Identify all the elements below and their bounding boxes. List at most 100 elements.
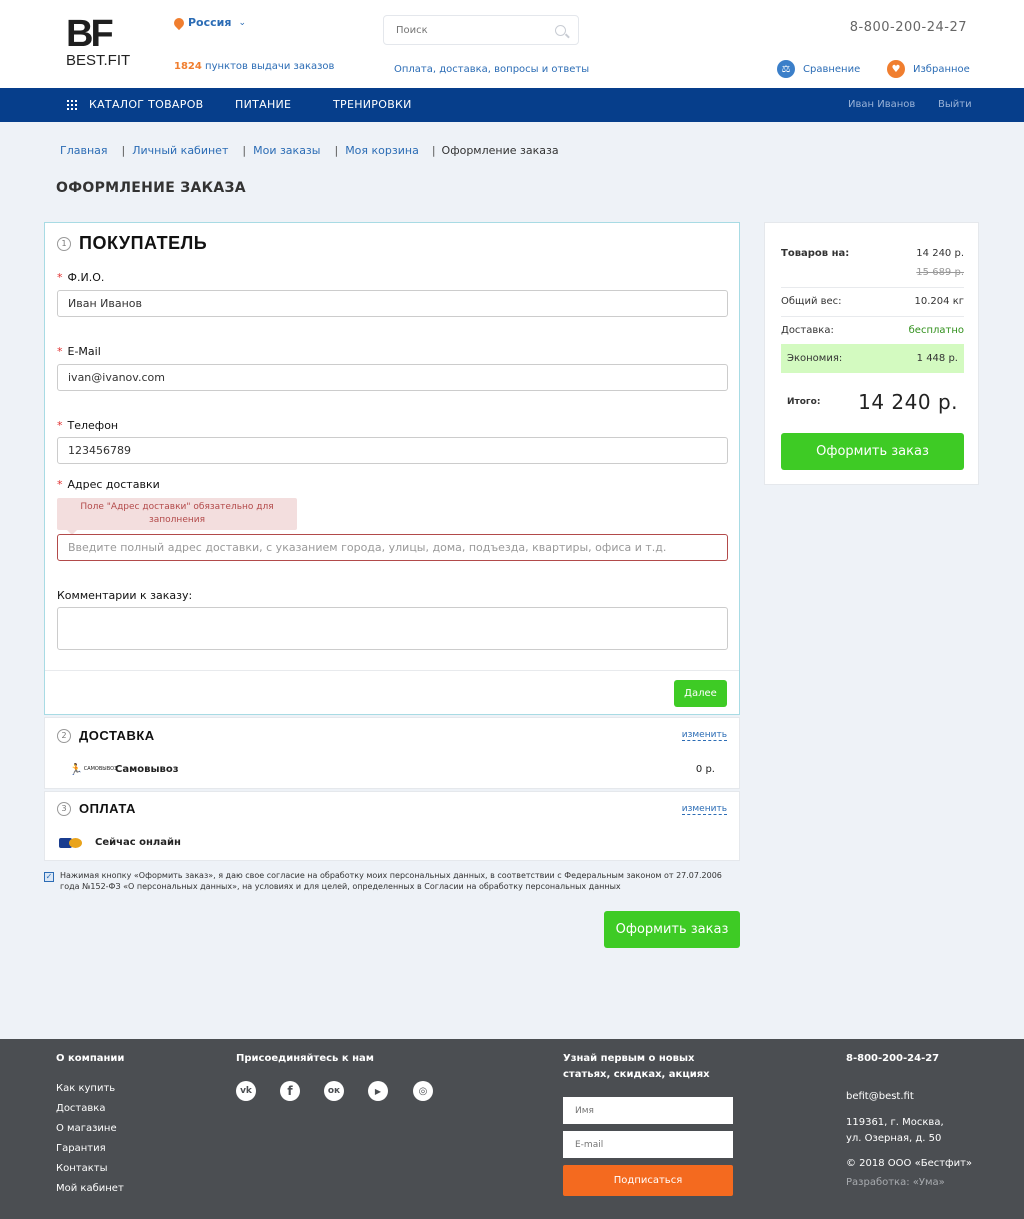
goods-label: Товаров на:: [781, 248, 850, 259]
footer-link-about-store[interactable]: О магазине: [56, 1123, 117, 1134]
site-footer: О компании Как купить Доставка О магазин…: [0, 1039, 1024, 1219]
fio-label: * Ф.И.О.: [57, 271, 105, 284]
footer-news-title-2: статьях, скидках, акциях: [563, 1069, 710, 1080]
logo[interactable]: BF BEST.FIT: [66, 15, 141, 68]
faq-link[interactable]: Оплата, доставка, вопросы и ответы: [394, 64, 589, 75]
region-selector[interactable]: Россия ⌄: [171, 15, 246, 30]
instagram-icon[interactable]: ◎: [413, 1081, 433, 1101]
chevron-down-icon: ⌄: [238, 17, 246, 28]
footer-link-delivery[interactable]: Доставка: [56, 1103, 105, 1114]
youtube-icon[interactable]: ▶: [368, 1081, 388, 1101]
address-error-tooltip: Поле "Адрес доставки" обязательно для за…: [57, 498, 297, 535]
summary-delivery-label: Доставка:: [781, 325, 834, 336]
payment-title: ОПЛАТА: [79, 801, 136, 816]
favorites-link[interactable]: ♥ Избранное: [887, 60, 970, 78]
location-pin-icon: [171, 15, 187, 30]
economy-row: Экономия: 1 448 р.: [781, 353, 964, 364]
search-icon[interactable]: [555, 24, 566, 36]
footer-link-contacts[interactable]: Контакты: [56, 1163, 107, 1174]
nav-user-name[interactable]: Иван Иванов: [848, 88, 915, 122]
goods-row: Товаров на: 14 240 р.: [781, 248, 964, 259]
compare-icon: ⚖: [777, 60, 795, 78]
email-input[interactable]: [57, 364, 728, 391]
subscribe-button[interactable]: Подписаться: [563, 1165, 733, 1196]
pickups-text: пунктов выдачи заказов: [205, 61, 335, 72]
payment-section: 3 ОПЛАТА изменить Сейчас онлайн: [44, 791, 740, 861]
address-input[interactable]: [57, 534, 728, 561]
breadcrumb-home[interactable]: Главная: [60, 144, 108, 157]
payment-change-link[interactable]: изменить: [681, 804, 727, 815]
delivery-price: 0 р.: [695, 763, 715, 775]
footer-join-title: Присоединяйтесь к нам: [236, 1053, 374, 1064]
buyer-title: ПОКУПАТЕЛЬ: [79, 233, 208, 253]
total-value: 14 240 р.: [858, 390, 958, 414]
fio-input[interactable]: [57, 290, 728, 317]
site-header: BF BEST.FIT Россия ⌄ 1824 пунктов выдачи…: [0, 0, 1024, 88]
nav-nutrition[interactable]: ПИТАНИЕ: [235, 88, 291, 122]
vk-icon[interactable]: vk: [236, 1081, 256, 1101]
order-summary: Товаров на: 14 240 р. 15 689 р. Общий ве…: [764, 222, 979, 485]
payment-option: Сейчас онлайн: [59, 837, 715, 848]
consent-block: ✓ Нажимая кнопку «Оформить заказ», я даю…: [44, 870, 724, 892]
nav-catalog[interactable]: КАТАЛОГ ТОВАРОВ: [67, 88, 204, 122]
breadcrumb-orders[interactable]: Мои заказы: [253, 144, 320, 157]
nav-logout[interactable]: Выйти: [938, 88, 972, 122]
subscribe-email-input[interactable]: [563, 1131, 733, 1158]
phone-label: * Телефон: [57, 419, 119, 432]
footer-about-title: О компании: [56, 1053, 125, 1064]
delivery-row: Доставка: бесплатно: [781, 325, 964, 336]
weight-row: Общий вес: 10.204 кг: [781, 296, 964, 307]
address-label: * Адрес доставки: [57, 478, 160, 491]
divider: [781, 316, 964, 317]
footer-phone[interactable]: 8-800-200-24-27: [846, 1051, 939, 1067]
delivery-option: 🏃 САМОВЫВОЗ Самовывоз 0 р.: [69, 762, 715, 776]
pickups-link[interactable]: 1824 пунктов выдачи заказов: [174, 61, 334, 72]
search-box: [383, 15, 579, 45]
footer-news-title-1: Узнай первым о новых: [563, 1053, 695, 1064]
goods-old-price: 15 689 р.: [916, 267, 964, 278]
pickup-icon: 🏃 САМОВЫВОЗ: [69, 762, 118, 776]
economy-value: 1 448 р.: [916, 353, 958, 364]
nav-catalog-label: КАТАЛОГ ТОВАРОВ: [89, 98, 204, 111]
favorites-label: Избранное: [913, 63, 970, 75]
comment-label: Комментарии к заказу:: [57, 589, 193, 602]
search-input[interactable]: [396, 24, 546, 36]
consent-checkbox[interactable]: ✓: [44, 872, 54, 882]
footer-developer[interactable]: Разработка: «Ума»: [846, 1177, 945, 1188]
place-order-button[interactable]: Оформить заказ: [604, 911, 740, 948]
divider: [45, 670, 739, 671]
weight-value: 10.204 кг: [914, 296, 964, 307]
nav-training[interactable]: ТРЕНИРОВКИ: [333, 88, 412, 122]
comment-textarea[interactable]: [57, 607, 728, 650]
footer-address-line-1: 119361, г. Москва,: [846, 1117, 944, 1128]
summary-delivery-value: бесплатно: [908, 325, 964, 336]
footer-copyright: © 2018 ООО «Бестфит»: [846, 1158, 973, 1169]
footer-link-warranty[interactable]: Гарантия: [56, 1143, 106, 1154]
footer-email[interactable]: befit@best.fit: [846, 1091, 914, 1102]
next-button[interactable]: Далее: [674, 680, 727, 707]
email-label: * E-Mail: [57, 345, 101, 358]
page-title: ОФОРМЛЕНИЕ ЗАКАЗА: [56, 180, 246, 196]
odnoklassniki-icon[interactable]: ок: [324, 1081, 344, 1101]
summary-order-button[interactable]: Оформить заказ: [781, 433, 964, 470]
breadcrumb: Главная | Личный кабинет | Мои заказы | …: [60, 144, 559, 157]
breadcrumb-cart[interactable]: Моя корзина: [345, 144, 419, 157]
phone-input[interactable]: [57, 437, 728, 464]
facebook-icon[interactable]: f: [280, 1081, 300, 1101]
consent-text: Нажимая кнопку «Оформить заказ», я даю с…: [60, 871, 722, 891]
breadcrumb-separator: |: [242, 144, 247, 157]
footer-link-my-cabinet[interactable]: Мой кабинет: [56, 1183, 124, 1194]
compare-link[interactable]: ⚖ Сравнение: [777, 60, 860, 78]
delivery-method: Самовывоз: [115, 763, 179, 775]
delivery-change-link[interactable]: изменить: [681, 730, 727, 741]
subscribe-name-input[interactable]: [563, 1097, 733, 1124]
breadcrumb-account[interactable]: Личный кабинет: [132, 144, 228, 157]
buyer-section: 1 ПОКУПАТЕЛЬ *Ф.И.О. *E-Mail *Телефон *А…: [44, 222, 740, 715]
goods-old-row: 15 689 р.: [781, 267, 964, 278]
total-label: Итого:: [787, 397, 821, 407]
grid-menu-icon: [67, 100, 77, 110]
header-phone[interactable]: 8-800-200-24-27: [850, 20, 967, 35]
step-number: 1: [57, 237, 71, 251]
footer-link-how-to-buy[interactable]: Как купить: [56, 1083, 115, 1094]
step-number: 2: [57, 729, 71, 743]
